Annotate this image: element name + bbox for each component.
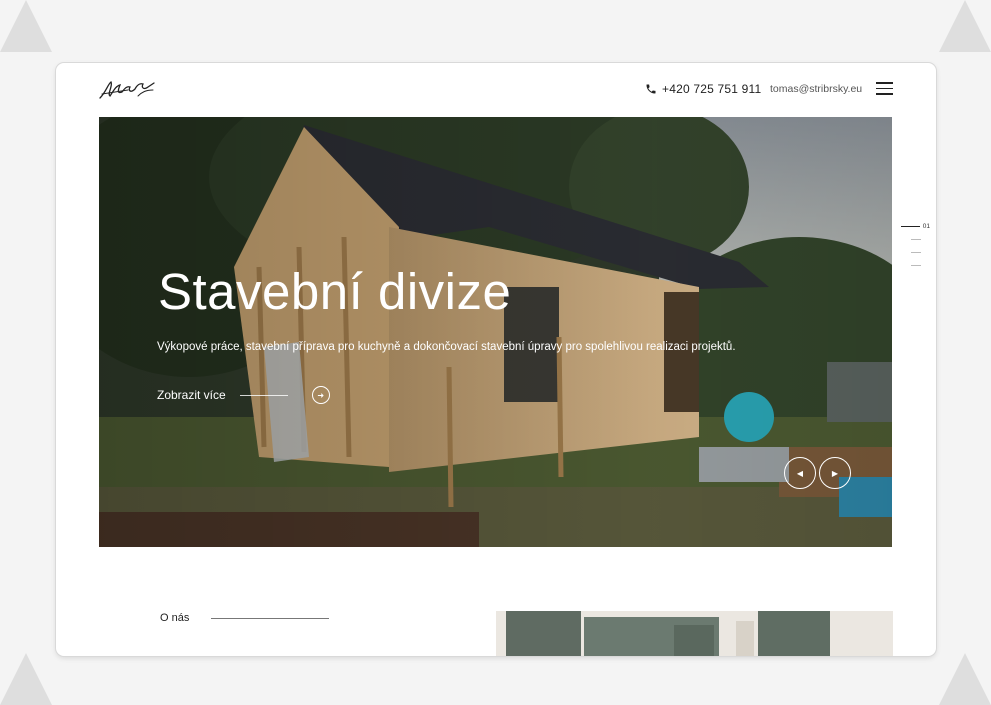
phone-icon	[646, 84, 656, 94]
about-label: O nás	[160, 612, 190, 624]
hamburger-menu-icon[interactable]	[876, 82, 893, 96]
phone-link[interactable]: +420 725 751 911	[645, 82, 761, 96]
chevron-left-icon: ◀	[796, 468, 804, 478]
signature-logo[interactable]	[98, 78, 156, 102]
about-section-heading: O nás	[160, 612, 330, 624]
corner-decoration	[0, 0, 52, 52]
phone-number: +420 725 751 911	[662, 82, 762, 96]
show-more-link[interactable]: Zobrazit více ➜	[157, 386, 330, 404]
corner-decoration	[0, 653, 52, 705]
browser-frame: +420 725 751 911 tomas@stribrsky.eu Stav…	[56, 63, 936, 656]
pager-item[interactable]	[900, 247, 930, 257]
hero-slider: Stavební divize Výkopové práce, stavební…	[99, 117, 892, 547]
pager-item[interactable]	[900, 260, 930, 270]
pager-item[interactable]: 01	[900, 221, 930, 231]
corner-decoration	[939, 0, 991, 52]
show-more-line	[239, 394, 288, 396]
corner-decoration	[939, 653, 991, 705]
show-more-label: Zobrazit více	[157, 388, 226, 402]
hero-title: Stavební divize	[158, 263, 512, 320]
slider-next-button[interactable]: ▶	[819, 457, 851, 489]
site-header: +420 725 751 911 tomas@stribrsky.eu	[56, 63, 936, 117]
about-divider	[211, 617, 330, 619]
hero-overlay	[99, 117, 892, 547]
about-image	[496, 611, 893, 656]
arrow-right-circle-icon[interactable]: ➜	[311, 386, 330, 404]
pager-item[interactable]	[900, 234, 930, 244]
slider-prev-button[interactable]: ◀	[784, 457, 816, 489]
hero-description: Výkopové práce, stavební příprava pro ku…	[157, 341, 736, 353]
email-link[interactable]: tomas@stribrsky.eu	[770, 83, 862, 95]
slide-pager: 01	[900, 221, 930, 273]
pager-number: 01	[922, 222, 930, 230]
chevron-right-icon: ▶	[831, 468, 839, 478]
